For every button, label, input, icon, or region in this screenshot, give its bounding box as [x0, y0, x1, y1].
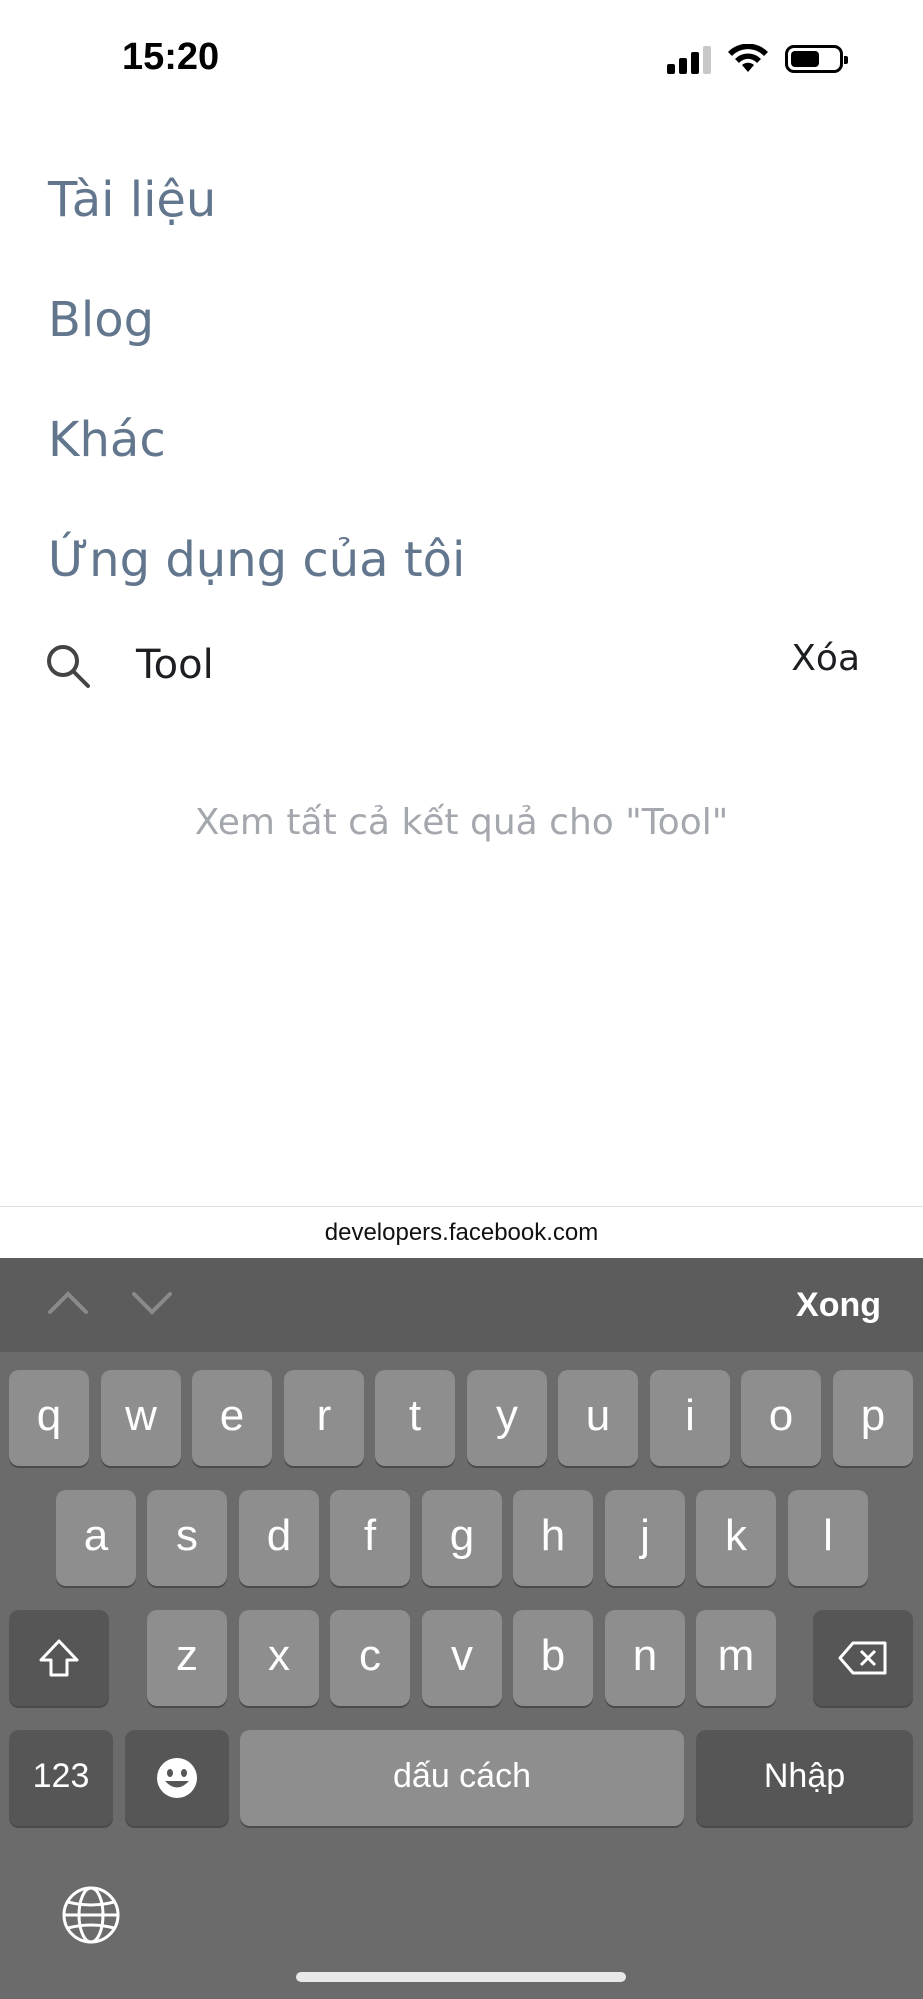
- cellular-signal-icon: [667, 44, 711, 74]
- nav-item-my-apps[interactable]: Ứng dụng của tôi: [48, 510, 465, 630]
- clear-search-button[interactable]: Xóa: [791, 638, 860, 679]
- key-i[interactable]: i: [650, 1370, 730, 1466]
- keyboard: Xong q w e r t y u i o p a s d f g h j k…: [0, 1258, 923, 1999]
- status-time: 15:20: [122, 36, 220, 78]
- key-h[interactable]: h: [513, 1490, 593, 1586]
- nav-menu: Tài liệu Blog Khác Ứng dụng của tôi: [48, 150, 465, 630]
- search-bar: Tool Xóa: [44, 630, 864, 710]
- nav-item-docs[interactable]: Tài liệu: [48, 150, 465, 270]
- chevron-down-icon[interactable]: [130, 1288, 174, 1318]
- key-y[interactable]: y: [467, 1370, 547, 1466]
- key-m[interactable]: m: [696, 1610, 776, 1706]
- chevron-up-icon[interactable]: [46, 1288, 90, 1318]
- shift-icon: [39, 1639, 79, 1677]
- key-x[interactable]: x: [239, 1610, 319, 1706]
- key-z[interactable]: z: [147, 1610, 227, 1706]
- shift-key[interactable]: [9, 1610, 109, 1706]
- key-j[interactable]: j: [605, 1490, 685, 1586]
- key-r[interactable]: r: [284, 1370, 364, 1466]
- key-q[interactable]: q: [9, 1370, 89, 1466]
- globe-icon[interactable]: [60, 1884, 122, 1946]
- keyboard-accessory-bar: Xong: [0, 1258, 923, 1352]
- key-v[interactable]: v: [422, 1610, 502, 1706]
- wifi-icon: [728, 44, 768, 72]
- home-indicator[interactable]: [296, 1972, 626, 1982]
- backspace-key[interactable]: [813, 1610, 913, 1706]
- key-f[interactable]: f: [330, 1490, 410, 1586]
- status-icons: [667, 44, 848, 74]
- key-g[interactable]: g: [422, 1490, 502, 1586]
- key-a[interactable]: a: [56, 1490, 136, 1586]
- key-w[interactable]: w: [101, 1370, 181, 1466]
- emoji-key[interactable]: [125, 1730, 229, 1826]
- key-s[interactable]: s: [147, 1490, 227, 1586]
- backspace-icon: [838, 1641, 887, 1675]
- status-bar: 15:20: [0, 0, 923, 120]
- emoji-icon: [157, 1758, 197, 1798]
- key-e[interactable]: e: [192, 1370, 272, 1466]
- key-k[interactable]: k: [696, 1490, 776, 1586]
- numbers-key[interactable]: 123: [9, 1730, 113, 1826]
- key-t[interactable]: t: [375, 1370, 455, 1466]
- key-c[interactable]: c: [330, 1610, 410, 1706]
- key-o[interactable]: o: [741, 1370, 821, 1466]
- search-input[interactable]: Tool: [136, 642, 214, 688]
- key-b[interactable]: b: [513, 1610, 593, 1706]
- see-all-results-link[interactable]: Xem tất cả kết quả cho "Tool": [0, 802, 923, 843]
- nav-item-blog[interactable]: Blog: [48, 270, 465, 390]
- done-button[interactable]: Xong: [796, 1286, 881, 1325]
- return-key[interactable]: Nhập: [696, 1730, 913, 1826]
- key-d[interactable]: d: [239, 1490, 319, 1586]
- key-l[interactable]: l: [788, 1490, 868, 1586]
- key-p[interactable]: p: [833, 1370, 913, 1466]
- nav-item-other[interactable]: Khác: [48, 390, 465, 510]
- space-key[interactable]: dấu cách: [240, 1730, 684, 1826]
- search-icon: [47, 645, 90, 688]
- key-u[interactable]: u: [558, 1370, 638, 1466]
- key-n[interactable]: n: [605, 1610, 685, 1706]
- battery-icon: [785, 45, 848, 73]
- url-bar[interactable]: developers.facebook.com: [0, 1206, 923, 1259]
